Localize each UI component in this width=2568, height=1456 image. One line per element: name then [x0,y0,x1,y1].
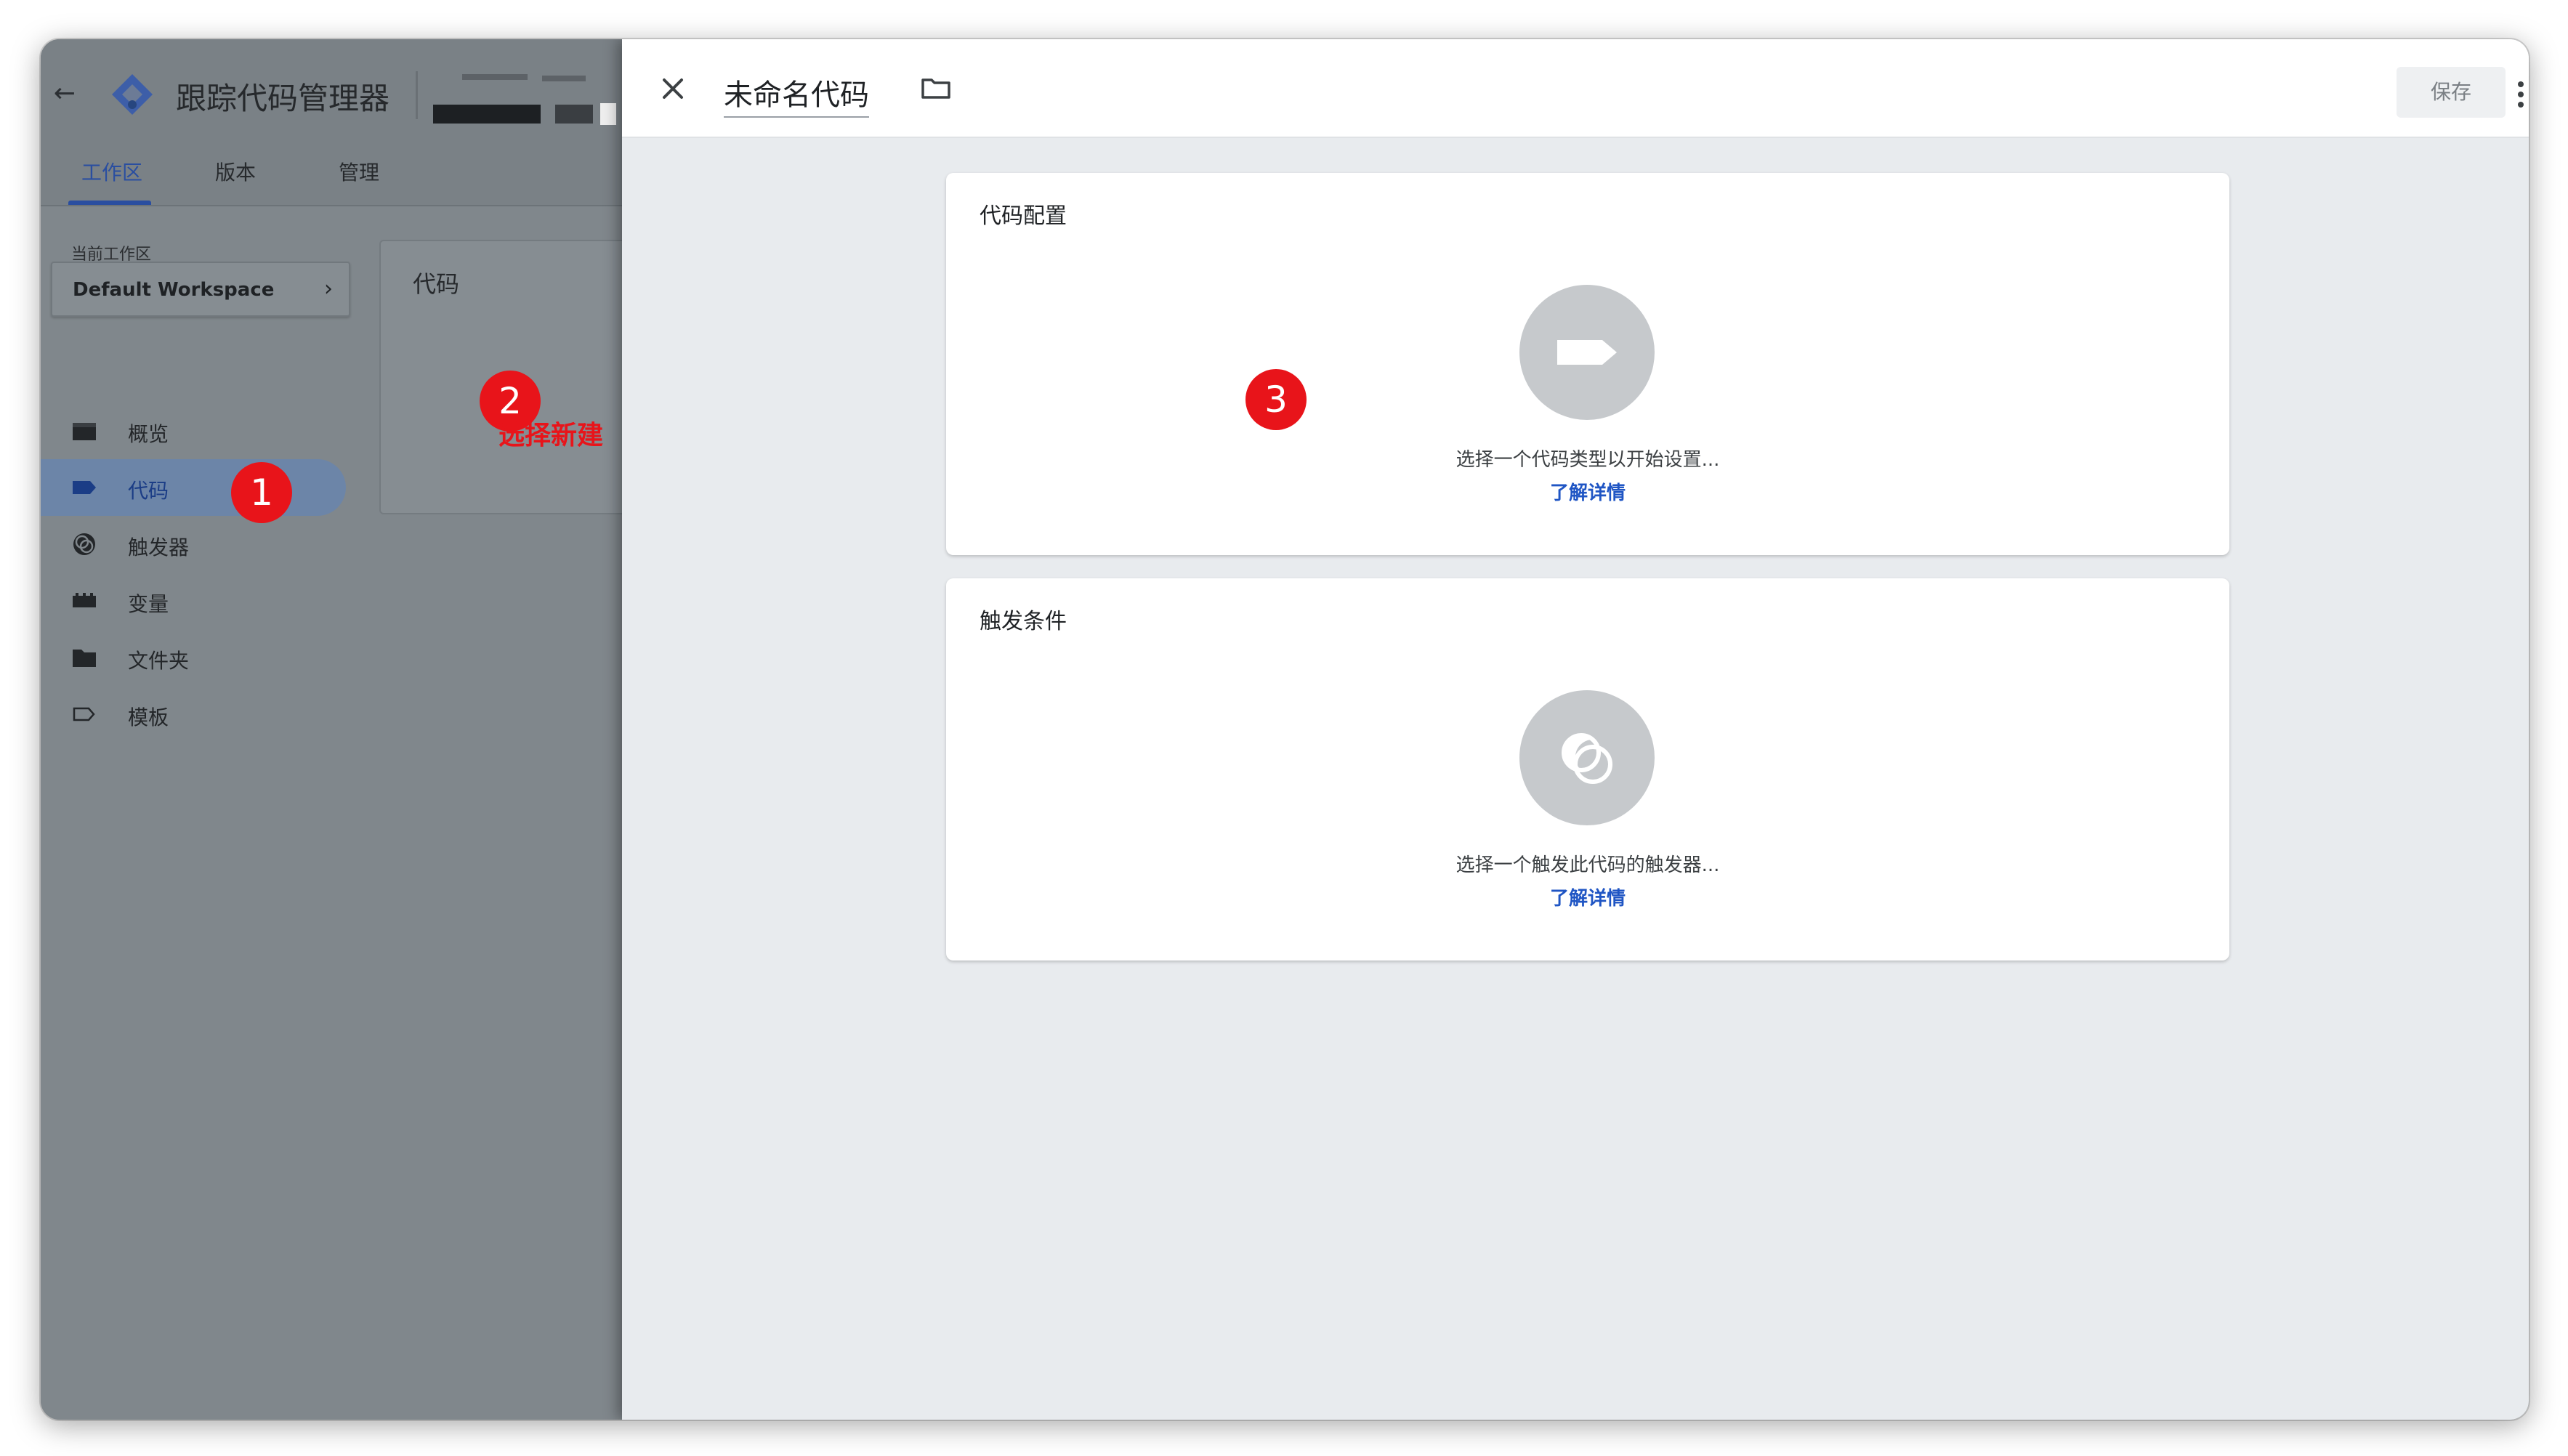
app-header: ← 跟踪代码管理器 工作区 版本 管理 [41,39,622,206]
trigger-placeholder[interactable] [1519,690,1655,825]
sidebar-item-folders[interactable]: 文件夹 [41,629,346,686]
tag-icon [1557,340,1617,365]
sidebar-item-label: 触发器 [128,535,190,559]
sidebar-item-triggers[interactable]: 触发器 [41,516,346,573]
sidebar-item-label: 文件夹 [128,649,190,673]
sidebar-item-overview[interactable]: 概览 [41,403,346,459]
tab-workspace[interactable]: 工作区 [81,157,142,186]
learn-more-link[interactable]: 了解详情 [946,478,2229,505]
annotation-marker-1: 1 [231,462,292,523]
sidebar-item-label: 代码 [128,479,169,503]
folder-icon[interactable] [918,71,953,106]
variables-icon [73,593,96,607]
sidebar-item-templates[interactable]: 模板 [41,686,346,743]
sidebar-item-label: 模板 [128,705,169,729]
workspace-name: Default Workspace [73,279,275,301]
template-icon [73,707,95,721]
triggering-description: 选择一个触发此代码的触发器... [1455,854,1720,876]
annotation-marker-3: 3 [1245,369,1307,430]
tab-versions[interactable]: 版本 [215,157,256,186]
tag-type-placeholder[interactable] [1519,285,1655,420]
close-icon[interactable] [651,67,695,110]
browser-window: ← 跟踪代码管理器 工作区 版本 管理 当前工作区 Default Worksp… [41,39,2529,1420]
gtm-workspace-background: ← 跟踪代码管理器 工作区 版本 管理 当前工作区 Default Worksp… [41,39,626,1420]
trigger-icon [1562,733,1612,784]
account-selector-redacted[interactable] [433,68,622,141]
workspace-selector[interactable]: Default Workspace › [51,262,350,317]
tag-name-field[interactable]: 未命名代码 [724,71,869,118]
sidebar-item-tags[interactable]: 代码 [41,459,346,516]
tab-admin[interactable]: 管理 [339,157,379,186]
trigger-icon [73,533,95,555]
app-title: 跟踪代码管理器 [176,81,390,116]
sidebar-item-variables[interactable]: 变量 [41,573,346,629]
tag-editor-header: 未命名代码 保存 [622,39,2529,138]
tags-card-title: 代码 [413,270,460,298]
header-divider [416,71,418,119]
overview-icon [73,423,96,440]
triggering-title: 触发条件 [980,609,1067,634]
tag-icon [73,481,96,494]
learn-more-link[interactable]: 了解详情 [946,883,2229,910]
gtm-logo-icon [112,74,153,115]
save-button[interactable]: 保存 [2397,67,2506,118]
back-arrow-icon[interactable]: ← [48,77,81,110]
active-tab-indicator [68,201,151,205]
folder-icon [73,650,96,667]
chevron-right-icon: › [324,276,333,302]
sidebar-item-label: 变量 [128,592,169,616]
tag-editor-panel: 未命名代码 保存 代码配置 选择一个代码类型以开始设置... 了解详情 触发条件… [622,39,2529,1420]
annotation-hint: 选择新建 [498,421,604,450]
more-vert-icon[interactable] [2514,73,2527,116]
tag-configuration-card[interactable]: 代码配置 选择一个代码类型以开始设置... 了解详情 [946,173,2229,555]
sidebar-item-label: 概览 [128,422,169,446]
triggering-card[interactable]: 触发条件 选择一个触发此代码的触发器... 了解详情 [946,578,2229,960]
tag-configuration-title: 代码配置 [980,203,1067,229]
tag-configuration-description: 选择一个代码类型以开始设置... [1455,449,1720,471]
